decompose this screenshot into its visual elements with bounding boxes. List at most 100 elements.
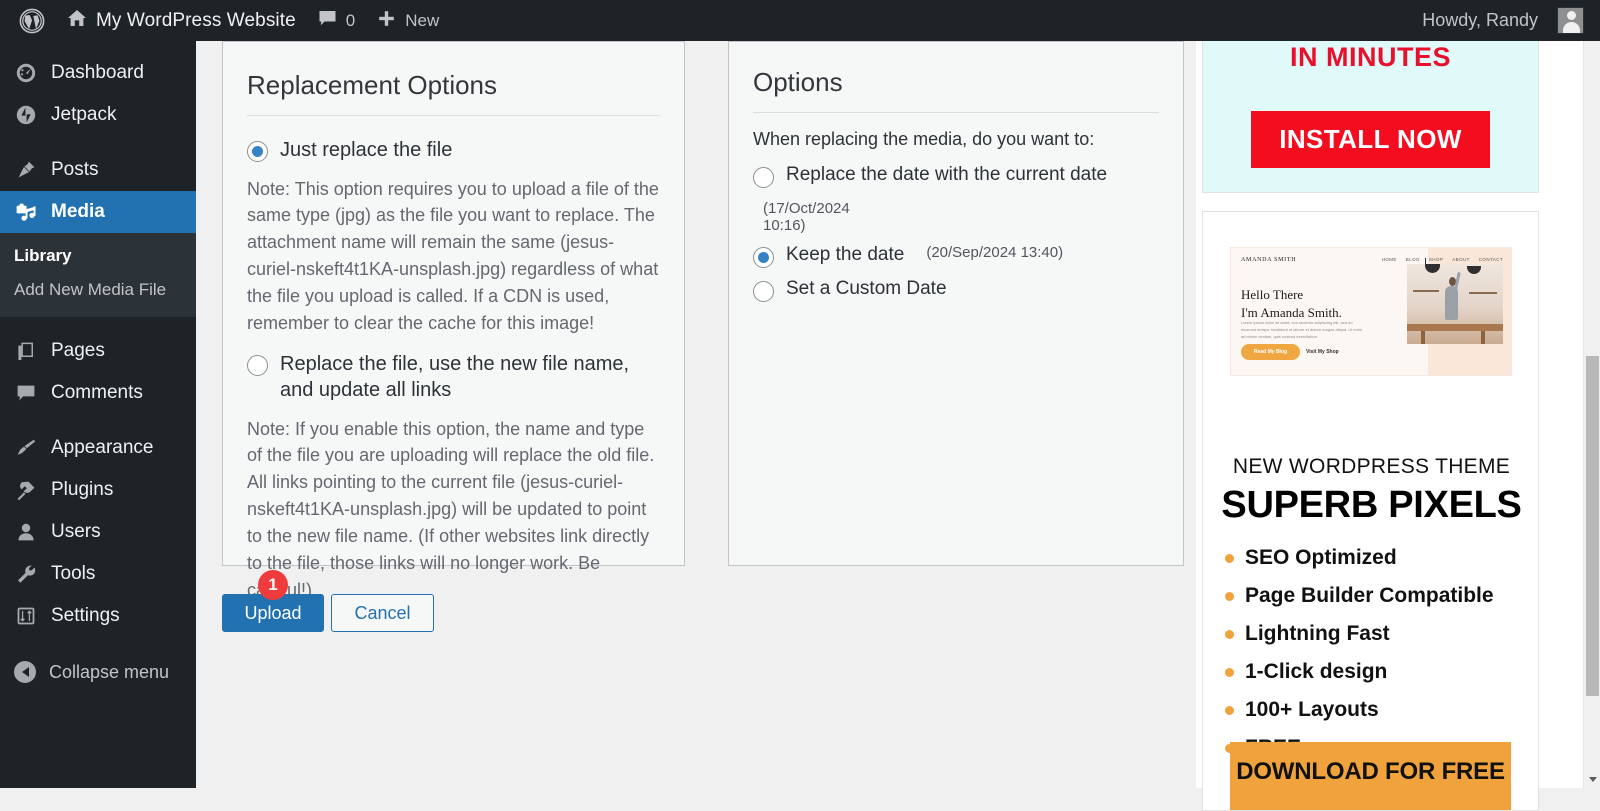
admin-bar: My WordPress Website 0 New Howdy, Randy bbox=[0, 0, 1600, 41]
plus-icon bbox=[377, 9, 396, 33]
avatar bbox=[1557, 7, 1584, 34]
sidebar-item-posts[interactable]: Posts bbox=[0, 149, 196, 191]
paintbrush-icon bbox=[14, 436, 38, 460]
scroll-down-arrow-icon[interactable] bbox=[1584, 771, 1600, 788]
comments-bubble-button[interactable]: 0 bbox=[307, 0, 366, 41]
sidebar-item-media[interactable]: Media bbox=[0, 191, 196, 233]
radio-replace-date-input[interactable] bbox=[753, 167, 774, 188]
site-name-menu[interactable]: My WordPress Website bbox=[56, 0, 307, 41]
jetpack-icon bbox=[14, 103, 38, 127]
preview-paragraph: Lorem ipsum dolor sit amet, con sectetur… bbox=[1241, 320, 1363, 339]
wordpress-logo-button[interactable] bbox=[8, 0, 56, 41]
cancel-button[interactable]: Cancel bbox=[331, 594, 434, 632]
sidebar-item-label: Dashboard bbox=[51, 62, 144, 83]
promo-banner-theme: AMANDA SMITH HOME BLOG SHOP ABOUT CONTAC… bbox=[1202, 211, 1539, 811]
promo-eyebrow: NEW WORDPRESS THEME bbox=[1232, 455, 1511, 478]
sidebar-item-comments[interactable]: Comments bbox=[0, 372, 196, 414]
promo-sidebar: IN MINUTES INSTALL NOW AMANDA SMITH HOME… bbox=[1196, 38, 1584, 811]
radio-keep-date-input[interactable] bbox=[753, 247, 774, 268]
list-item: Page Builder Compatible bbox=[1225, 584, 1494, 608]
sidebar-subitem-library[interactable]: Library bbox=[0, 239, 196, 273]
radio-option-replace-rename[interactable]: Replace the file, use the new file name,… bbox=[247, 352, 660, 403]
feature-label: 100+ Layouts bbox=[1245, 698, 1379, 721]
sidebar-subitem-add-new-media-file[interactable]: Add New Media File bbox=[0, 273, 196, 307]
note-replace-rename: Note: If you enable this option, the nam… bbox=[247, 418, 655, 600]
sidebar-item-plugins[interactable]: Plugins bbox=[0, 469, 196, 511]
radio-custom-date-input[interactable] bbox=[753, 281, 774, 302]
preview-nav-item: SHOP bbox=[1428, 257, 1444, 262]
sidebar-item-settings[interactable]: Settings bbox=[0, 595, 196, 637]
sidebar-subitem-label: Library bbox=[14, 246, 72, 265]
media-submenu: Library Add New Media File bbox=[0, 233, 196, 317]
sidebar-item-pages[interactable]: Pages bbox=[0, 330, 196, 372]
download-for-free-button[interactable]: DOWNLOAD FOR FREE bbox=[1230, 742, 1511, 810]
radio-keep-date-label: Keep the date bbox=[786, 244, 905, 265]
promo-feature-list: SEO Optimized Page Builder Compatible Li… bbox=[1225, 546, 1494, 774]
bullet-dot-icon bbox=[1225, 705, 1234, 715]
options-intro-text: When replacing the media, do you want to… bbox=[753, 129, 1095, 149]
preview-heading-line2: I'm Amanda Smith. bbox=[1241, 304, 1342, 320]
comment-bubble-icon bbox=[318, 9, 337, 33]
sidebar-item-dashboard[interactable]: Dashboard bbox=[0, 52, 196, 94]
list-item: Lightning Fast bbox=[1225, 622, 1494, 646]
pages-icon bbox=[14, 339, 38, 363]
promo-banner-top: IN MINUTES INSTALL NOW bbox=[1202, 38, 1539, 193]
admin-sidebar: Dashboard Jetpack Posts Media Library Ad… bbox=[0, 41, 196, 788]
list-item: 100+ Layouts bbox=[1225, 698, 1494, 722]
collapse-menu-button[interactable]: Collapse menu bbox=[0, 651, 196, 693]
sidebar-item-jetpack[interactable]: Jetpack bbox=[0, 94, 196, 136]
preview-primary-button: Read My Blog bbox=[1241, 344, 1301, 360]
preview-secondary-button: Visit My Shop bbox=[1306, 349, 1339, 355]
sliders-icon bbox=[14, 604, 38, 628]
account-menu[interactable]: Howdy, Randy bbox=[1411, 0, 1584, 41]
collapse-menu-label: Collapse menu bbox=[49, 661, 170, 682]
promo-title: SUPERB PIXELS bbox=[1221, 484, 1522, 526]
comments-icon bbox=[14, 381, 38, 405]
new-label: New bbox=[405, 10, 440, 30]
replace-date-value: (17/Oct/2024 10:16) bbox=[763, 200, 850, 234]
sidebar-item-tools[interactable]: Tools bbox=[0, 553, 196, 595]
sidebar-item-label: Comments bbox=[51, 382, 143, 403]
replacement-options-panel: Replacement Options Just replace the fil… bbox=[222, 41, 685, 600]
feature-label: Page Builder Compatible bbox=[1245, 584, 1494, 607]
note-just-replace: Note: This option requires you to upload… bbox=[247, 178, 659, 333]
preview-nav-item: ABOUT bbox=[1452, 257, 1470, 262]
sidebar-item-label: Tools bbox=[51, 563, 96, 584]
wrench-icon bbox=[14, 562, 38, 586]
radio-replace-rename-input[interactable] bbox=[247, 355, 268, 377]
new-content-button[interactable]: New bbox=[366, 0, 450, 41]
plug-icon bbox=[14, 478, 38, 502]
list-item: SEO Optimized bbox=[1225, 546, 1494, 570]
radio-option-replace-date[interactable]: Replace the date with the current date (… bbox=[753, 164, 1159, 234]
radio-just-replace-label: Just replace the file bbox=[280, 139, 453, 161]
preview-brand: AMANDA SMITH bbox=[1241, 257, 1297, 263]
sidebar-item-appearance[interactable]: Appearance bbox=[0, 427, 196, 469]
feature-label: Lightning Fast bbox=[1245, 622, 1390, 645]
sidebar-item-label: Pages bbox=[51, 340, 105, 361]
preview-nav-item: HOME bbox=[1381, 257, 1397, 262]
home-icon bbox=[67, 8, 87, 33]
preview-photo bbox=[1407, 258, 1503, 344]
sidebar-item-label: Jetpack bbox=[51, 104, 117, 125]
radio-option-just-replace[interactable]: Just replace the file bbox=[247, 138, 660, 164]
sidebar-item-label: Media bbox=[51, 201, 105, 222]
keep-date-value: (20/Sep/2024 13:40) bbox=[926, 244, 1064, 261]
preview-nav-item: BLOG bbox=[1405, 257, 1420, 262]
bullet-dot-icon bbox=[1225, 667, 1234, 677]
preview-nav: HOME BLOG SHOP ABOUT CONTACT bbox=[1382, 257, 1503, 262]
howdy-label: Howdy, Randy bbox=[1422, 10, 1538, 30]
scrollbar-thumb[interactable] bbox=[1586, 356, 1599, 696]
radio-custom-date-label: Set a Custom Date bbox=[786, 278, 947, 299]
install-now-button[interactable]: INSTALL NOW bbox=[1251, 111, 1490, 168]
radio-replace-date-label: Replace the date with the current date bbox=[786, 164, 1108, 185]
sidebar-item-label: Appearance bbox=[51, 437, 154, 458]
radio-just-replace-input[interactable] bbox=[247, 141, 268, 162]
sidebar-item-users[interactable]: Users bbox=[0, 511, 196, 553]
sidebar-subitem-label: Add New Media File bbox=[14, 280, 167, 299]
sidebar-item-label: Plugins bbox=[51, 479, 114, 500]
comments-count: 0 bbox=[345, 10, 356, 30]
radio-option-keep-date[interactable]: Keep the date (20/Sep/2024 13:40) bbox=[753, 244, 1159, 268]
radio-option-custom-date[interactable]: Set a Custom Date bbox=[753, 278, 1159, 302]
dashboard-icon bbox=[14, 61, 38, 85]
page-scrollbar[interactable] bbox=[1583, 6, 1600, 788]
